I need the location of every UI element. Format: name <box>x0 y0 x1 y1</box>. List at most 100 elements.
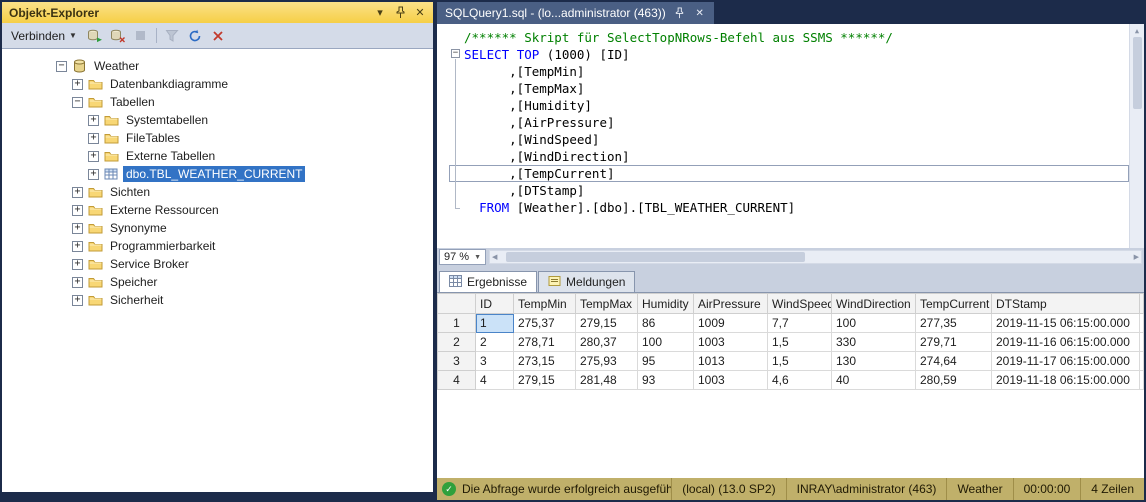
column-header-windspeed[interactable]: WindSpeed <box>768 294 832 314</box>
grid-corner-cell[interactable] <box>438 294 476 314</box>
expand-icon[interactable]: + <box>88 151 99 162</box>
refresh-icon[interactable] <box>184 25 206 47</box>
editor-horizontal-scrollbar[interactable]: ◀ ▶ <box>489 250 1142 264</box>
expand-icon[interactable]: + <box>72 241 83 252</box>
cell[interactable]: 279,71 <box>916 333 992 352</box>
sql-code[interactable]: /****** Skript für SelectTopNRows-Befehl… <box>449 24 1129 248</box>
cell[interactable]: 278,71 <box>514 333 576 352</box>
tree-item-systemtabellen[interactable]: +Systemtabellen <box>2 111 433 129</box>
editor-vertical-scrollbar[interactable]: ▲ <box>1129 24 1144 248</box>
expand-icon[interactable]: + <box>72 79 83 90</box>
column-header-tempmin[interactable]: TempMin <box>514 294 576 314</box>
status-database[interactable]: Weather <box>946 478 1012 500</box>
column-header-humidity[interactable]: Humidity <box>638 294 694 314</box>
pin-icon[interactable] <box>674 7 686 19</box>
cell[interactable]: 100 <box>638 333 694 352</box>
cell[interactable]: 2019-11-18 06:15:00.000 <box>992 371 1140 390</box>
cell[interactable]: 93 <box>638 371 694 390</box>
tree-item-datenbankdiagramme[interactable]: +Datenbankdiagramme <box>2 75 433 93</box>
row-header[interactable]: 1 <box>438 314 476 333</box>
tab-sqlquery1[interactable]: SQLQuery1.sql - (lo...administrator (463… <box>437 2 714 24</box>
cell[interactable]: 95 <box>638 352 694 371</box>
tree-item-externe-ressourcen[interactable]: +Externe Ressourcen <box>2 201 433 219</box>
tree-item-sicherheit[interactable]: +Sicherheit <box>2 291 433 309</box>
expand-icon[interactable]: + <box>88 169 99 180</box>
collapse-region-icon[interactable]: − <box>451 49 460 58</box>
cell[interactable]: 1 <box>476 314 514 333</box>
expand-icon[interactable]: + <box>88 133 99 144</box>
cell[interactable]: 275,37 <box>514 314 576 333</box>
cell[interactable]: 280,37 <box>576 333 638 352</box>
close-icon[interactable]: ✕ <box>694 8 706 19</box>
expand-icon[interactable]: + <box>72 259 83 270</box>
stop-icon[interactable] <box>130 25 152 47</box>
cell[interactable]: 40 <box>832 371 916 390</box>
column-header-tempmax[interactable]: TempMax <box>576 294 638 314</box>
expand-icon[interactable]: + <box>72 295 83 306</box>
cell[interactable]: 7,7 <box>768 314 832 333</box>
tree-item-dbo-tbl-weather-current[interactable]: +dbo.TBL_WEATHER_CURRENT <box>2 165 433 183</box>
cell[interactable]: 130 <box>832 352 916 371</box>
cell[interactable]: 330 <box>832 333 916 352</box>
cell[interactable]: 279,15 <box>576 314 638 333</box>
scroll-right-icon[interactable]: ▶ <box>1134 253 1139 261</box>
row-header[interactable]: 2 <box>438 333 476 352</box>
column-header-airpressure[interactable]: AirPressure <box>694 294 768 314</box>
disconnect-database-icon[interactable] <box>107 25 129 47</box>
connect-database-icon[interactable] <box>84 25 106 47</box>
filter-icon[interactable] <box>161 25 183 47</box>
cell[interactable]: 4,6 <box>768 371 832 390</box>
connect-button[interactable]: Verbinden ▼ <box>5 26 83 46</box>
column-header-dtstamp[interactable]: DTStamp <box>992 294 1140 314</box>
cell[interactable]: 2019-11-16 06:15:00.000 <box>992 333 1140 352</box>
cell[interactable]: 1,5 <box>768 352 832 371</box>
cell[interactable]: 2 <box>476 333 514 352</box>
zoom-selector[interactable]: 97 % ▼ <box>439 249 486 265</box>
tree-item-synonyme[interactable]: +Synonyme <box>2 219 433 237</box>
column-header-id[interactable]: ID <box>476 294 514 314</box>
tree-item-service-broker[interactable]: +Service Broker <box>2 255 433 273</box>
tab-ergebnisse[interactable]: Ergebnisse <box>439 271 537 292</box>
cell[interactable]: 280,59 <box>916 371 992 390</box>
expand-icon[interactable]: + <box>72 205 83 216</box>
cell[interactable]: 1003 <box>694 333 768 352</box>
expand-icon[interactable]: + <box>72 223 83 234</box>
tree-item-programmierbarkeit[interactable]: +Programmierbarkeit <box>2 237 433 255</box>
collapse-icon[interactable]: − <box>72 97 83 108</box>
cell[interactable]: 274,64 <box>916 352 992 371</box>
cell[interactable]: 275,93 <box>576 352 638 371</box>
tree-item-weather[interactable]: −Weather <box>2 57 433 75</box>
expand-icon[interactable]: + <box>72 277 83 288</box>
scroll-left-icon[interactable]: ◀ <box>492 253 497 261</box>
scrollbar-thumb[interactable] <box>506 252 805 262</box>
cell[interactable]: 100 <box>832 314 916 333</box>
tree-item-sichten[interactable]: +Sichten <box>2 183 433 201</box>
scrollbar-thumb[interactable] <box>1133 37 1142 109</box>
expand-icon[interactable]: + <box>88 115 99 126</box>
cell[interactable]: 1009 <box>694 314 768 333</box>
tree-item-tabellen[interactable]: −Tabellen <box>2 93 433 111</box>
sql-editor[interactable]: /****** Skript für SelectTopNRows-Befehl… <box>437 24 1144 248</box>
scroll-up-icon[interactable]: ▲ <box>1135 24 1139 37</box>
close-icon[interactable]: ✕ <box>412 5 428 21</box>
row-header[interactable]: 4 <box>438 371 476 390</box>
pin-icon[interactable] <box>392 5 408 21</box>
tree-item-filetables[interactable]: +FileTables <box>2 129 433 147</box>
expand-icon[interactable]: + <box>72 187 83 198</box>
cell[interactable]: 279,15 <box>514 371 576 390</box>
cell[interactable]: 1013 <box>694 352 768 371</box>
cell[interactable]: 4 <box>476 371 514 390</box>
cell[interactable]: 1,5 <box>768 333 832 352</box>
cell[interactable]: 86 <box>638 314 694 333</box>
row-header[interactable]: 3 <box>438 352 476 371</box>
cell[interactable]: 2019-11-15 06:15:00.000 <box>992 314 1140 333</box>
column-header-winddirection[interactable]: WindDirection <box>832 294 916 314</box>
cell[interactable]: 281,48 <box>576 371 638 390</box>
tree-item-externe-tabellen[interactable]: +Externe Tabellen <box>2 147 433 165</box>
tree-item-speicher[interactable]: +Speicher <box>2 273 433 291</box>
cell[interactable]: 1003 <box>694 371 768 390</box>
window-menu-chevron-icon[interactable]: ▾ <box>372 5 388 21</box>
cell[interactable]: 277,35 <box>916 314 992 333</box>
cell[interactable]: 2019-11-17 06:15:00.000 <box>992 352 1140 371</box>
cell[interactable]: 3 <box>476 352 514 371</box>
